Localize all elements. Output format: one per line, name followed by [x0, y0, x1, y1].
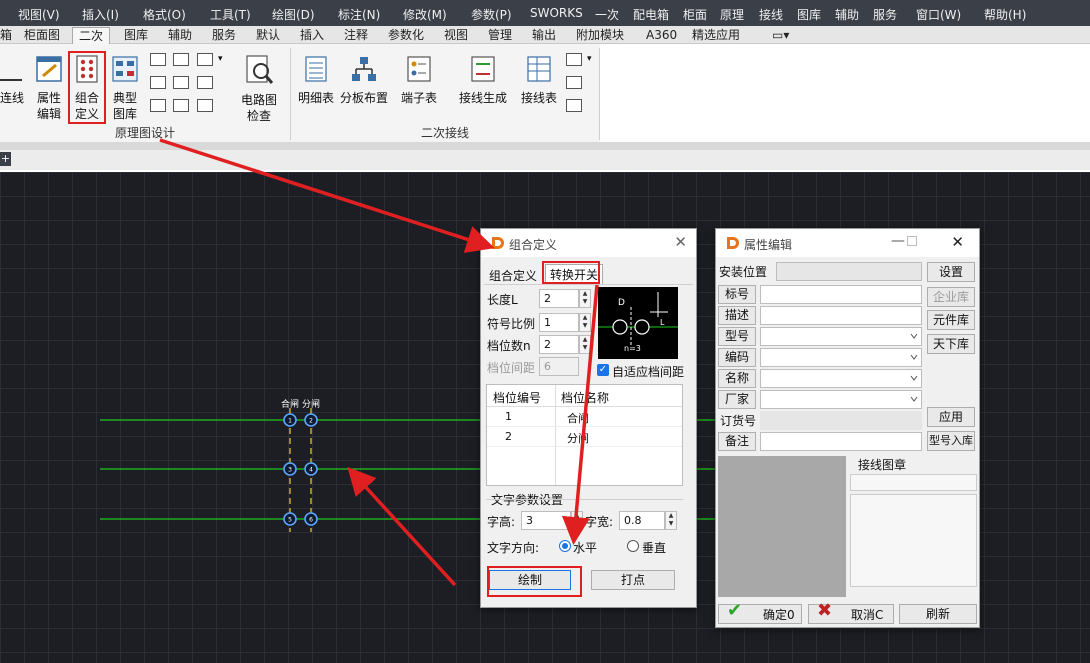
- annotation-arrow-to-dialog: [159, 138, 495, 253]
- annotation-arrow-to-draw: [561, 284, 599, 545]
- annotation-arrows-layer: [159, 138, 599, 587]
- annotation-arrow-to-switch: [347, 466, 457, 587]
